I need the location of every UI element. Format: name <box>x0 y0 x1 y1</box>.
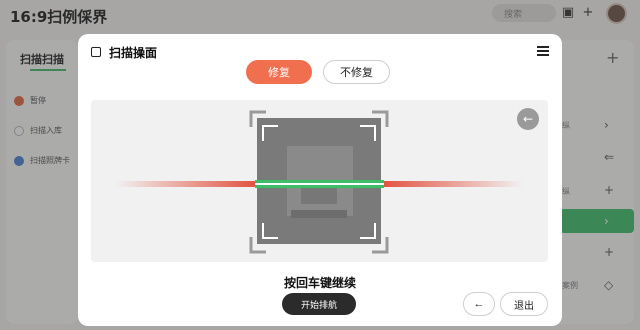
corner-bracket-icon <box>360 125 376 141</box>
corner-bracket-icon <box>262 223 278 239</box>
corner-bracket-icon <box>262 125 278 141</box>
scan-dialog: 扫描操面 修复 不修复 ← 按回车键继续 开始排航 ← 退出 <box>78 34 562 326</box>
window-icon <box>91 47 101 57</box>
menu-icon[interactable] <box>537 46 549 56</box>
no-repair-button[interactable]: 不修复 <box>323 60 390 84</box>
back-icon[interactable]: ← <box>517 108 539 130</box>
scan-preview: ← <box>91 100 548 262</box>
repair-button[interactable]: 修复 <box>246 60 312 84</box>
document-shape <box>291 210 347 218</box>
start-button[interactable]: 开始排航 <box>282 293 356 315</box>
continue-prompt: 按回车键继续 <box>283 276 356 290</box>
dialog-title: 扫描操面 <box>109 46 158 60</box>
scan-laser-line <box>116 180 523 188</box>
back-button[interactable]: ← <box>463 292 495 316</box>
exit-button[interactable]: 退出 <box>500 292 548 316</box>
corner-bracket-icon <box>360 223 376 239</box>
arrow-left-icon: ← <box>473 298 485 310</box>
